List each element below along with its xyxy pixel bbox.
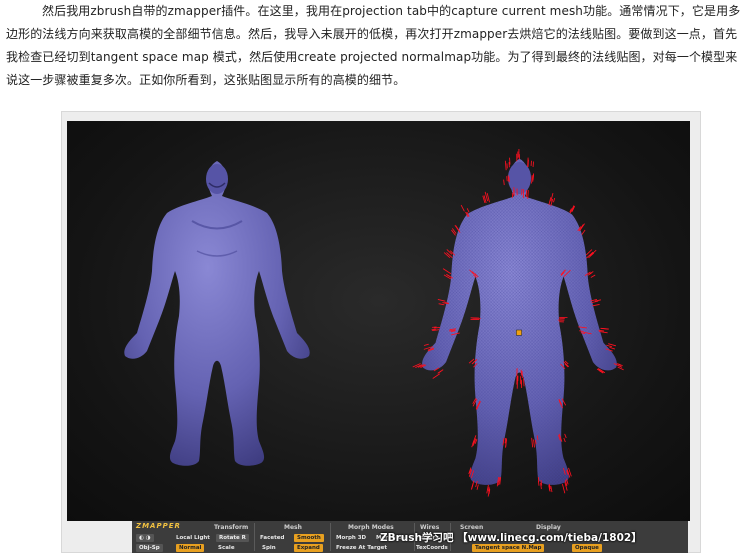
normal-spike xyxy=(537,476,540,482)
normal-spike xyxy=(504,160,507,171)
normal-spike xyxy=(476,484,479,490)
light-toggle-button[interactable]: ◐ ◑ xyxy=(136,534,154,542)
normal-spike xyxy=(432,373,441,379)
normal-spike xyxy=(423,343,429,346)
normal-spike xyxy=(503,179,505,186)
gizmo-handle[interactable] xyxy=(516,329,522,336)
normal-button[interactable]: Normal xyxy=(176,544,205,552)
normal-spike xyxy=(606,344,613,348)
normal-spike xyxy=(535,440,537,445)
normal-spike xyxy=(433,327,441,329)
normal-spike xyxy=(592,304,600,307)
watermark: ZBrush学习吧 【www.linecg.com/tieba/1802】 xyxy=(380,532,642,544)
normal-spike xyxy=(451,229,456,236)
article-paragraph: 然后我用zbrush自带的zmapper插件。在这里，我用在projection… xyxy=(6,0,744,92)
normal-spike xyxy=(431,328,436,331)
normal-spike xyxy=(438,303,445,306)
normal-spike xyxy=(470,480,475,490)
header-transform: Transform xyxy=(214,524,249,531)
normal-spike xyxy=(533,439,535,448)
normal-spike xyxy=(442,268,452,275)
normal-spike xyxy=(486,484,489,494)
normal-spike xyxy=(451,228,457,234)
normal-spike xyxy=(591,300,599,304)
normal-spike xyxy=(562,483,566,494)
normal-spike xyxy=(617,366,624,371)
normal-spike xyxy=(609,346,616,350)
normal-spike xyxy=(532,174,535,181)
texcoords-button[interactable]: TexCoords xyxy=(416,544,448,552)
scale-button[interactable]: Scale xyxy=(218,544,235,552)
normal-spike xyxy=(581,229,586,235)
separator xyxy=(330,523,331,551)
normal-spike xyxy=(563,437,566,443)
morph-3d-button[interactable]: Morph 3D xyxy=(336,534,366,542)
normal-spike xyxy=(437,298,446,302)
zmapper-logo: ZMAPPER xyxy=(136,522,181,530)
opaque-button[interactable]: Opaque xyxy=(572,544,602,552)
header-mesh: Mesh xyxy=(284,524,302,531)
normal-spike xyxy=(550,485,553,493)
obj-space-button[interactable]: Obj-Sp xyxy=(136,544,163,552)
freeze-at-target-button[interactable]: Freeze At Target xyxy=(336,544,387,552)
normal-spike xyxy=(504,437,507,444)
normal-spike xyxy=(531,437,534,448)
separator xyxy=(254,523,255,551)
normal-spike xyxy=(523,378,525,387)
highpoly-model xyxy=(124,161,310,466)
lowpoly-model-normals xyxy=(412,148,624,497)
normal-spike xyxy=(590,274,596,278)
normal-spike xyxy=(460,204,465,212)
zbrush-viewport xyxy=(67,121,690,521)
smooth-button[interactable]: Smooth xyxy=(294,534,324,542)
normal-spike xyxy=(564,433,567,439)
tangent-space-nmap-button[interactable]: Tangent space N.Map xyxy=(472,544,545,552)
normal-spike xyxy=(601,327,609,330)
article-text: 然后我用zbrush自带的zmapper插件。在这里，我用在projection… xyxy=(6,4,741,87)
viewport-scene xyxy=(124,148,624,497)
normal-spike xyxy=(608,343,616,347)
expand-button[interactable]: Expand xyxy=(294,544,323,552)
spin-button[interactable]: Spin xyxy=(262,544,276,552)
local-light-button[interactable]: Local Light xyxy=(176,534,210,542)
normal-spike xyxy=(437,370,442,374)
faceted-button[interactable]: Faceted xyxy=(260,534,284,542)
normal-spike xyxy=(466,208,470,213)
normal-spike xyxy=(553,197,556,203)
rotate-r-button[interactable]: Rotate R xyxy=(216,534,249,542)
